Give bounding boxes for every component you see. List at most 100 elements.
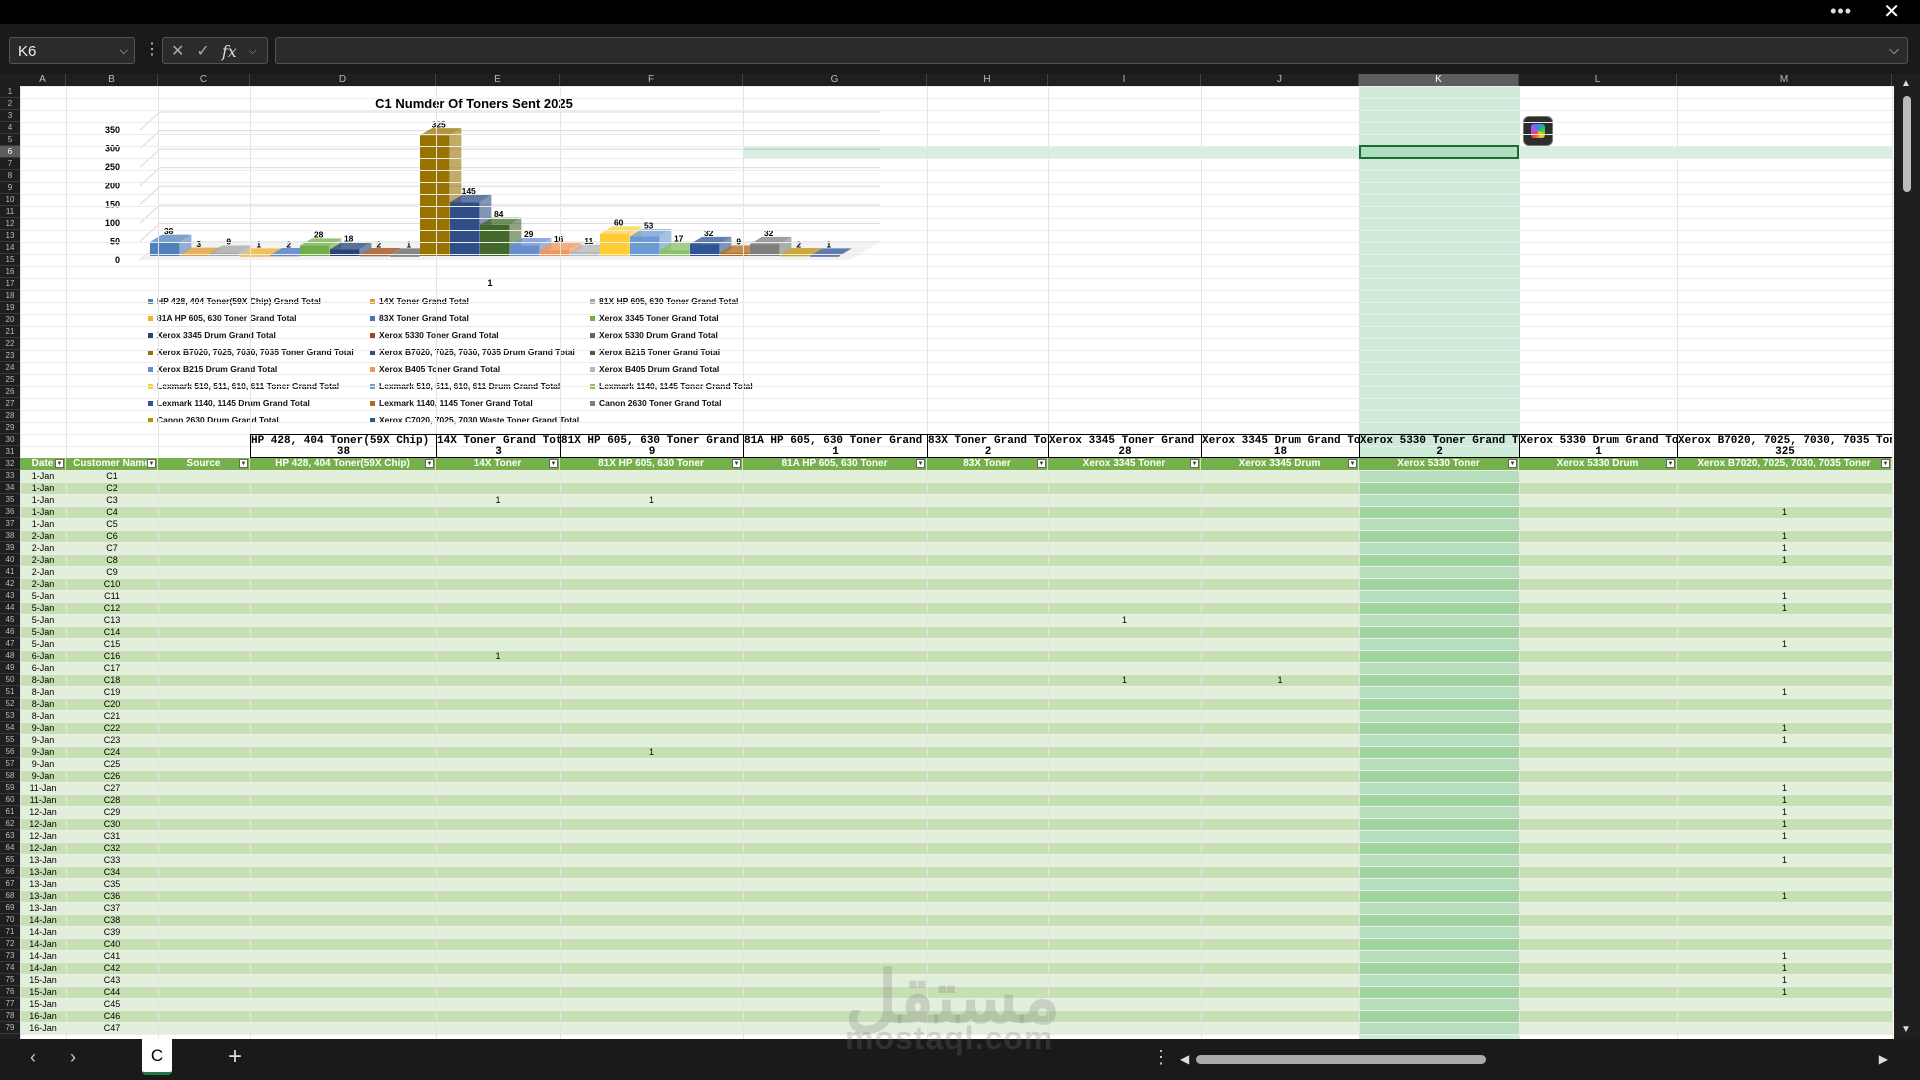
row-header[interactable]: 45 bbox=[0, 614, 20, 626]
filter-dropdown-icon[interactable]: ▼ bbox=[549, 459, 558, 468]
row-header[interactable]: 57 bbox=[0, 758, 20, 770]
table-cell[interactable]: 1 bbox=[1677, 986, 1892, 998]
table-cell[interactable]: C40 bbox=[66, 938, 158, 950]
filter-dropdown-icon[interactable]: ▼ bbox=[1348, 459, 1357, 468]
table-cell[interactable]: 13-Jan bbox=[20, 902, 66, 914]
row-header[interactable]: 39 bbox=[0, 542, 20, 554]
filter-dropdown-icon[interactable]: ▼ bbox=[55, 459, 64, 468]
table-cell[interactable]: 1 bbox=[1677, 722, 1892, 734]
table-cell[interactable]: 15-Jan bbox=[20, 974, 66, 986]
table-cell[interactable]: 15-Jan bbox=[20, 986, 66, 998]
row-header[interactable]: 22 bbox=[0, 338, 20, 350]
table-cell[interactable]: C8 bbox=[66, 554, 158, 566]
next-sheet-icon[interactable]: › bbox=[70, 1047, 76, 1068]
row-header[interactable]: 75 bbox=[0, 974, 20, 986]
table-cell[interactable]: C32 bbox=[66, 842, 158, 854]
row-header[interactable]: 77 bbox=[0, 998, 20, 1010]
row-header[interactable]: 71 bbox=[0, 926, 20, 938]
row-header[interactable]: 64 bbox=[0, 842, 20, 854]
table-cell[interactable]: C22 bbox=[66, 722, 158, 734]
table-cell[interactable]: C46 bbox=[66, 1010, 158, 1022]
vertical-scrollbar[interactable]: ▲ ▼ bbox=[1894, 74, 1920, 1039]
table-cell[interactable]: 8-Jan bbox=[20, 710, 66, 722]
table-header-cell[interactable]: Customer Name ▼ bbox=[66, 458, 158, 470]
row-header[interactable]: 70 bbox=[0, 914, 20, 926]
sheet-tab[interactable]: C bbox=[142, 1039, 172, 1075]
table-cell[interactable]: 16-Jan bbox=[20, 1022, 66, 1034]
table-cell[interactable]: C45 bbox=[66, 998, 158, 1010]
table-cell[interactable]: 1 bbox=[560, 494, 743, 506]
cell-grid[interactable]: C1 Numder Of Toners Sent 2025 0501001502… bbox=[20, 86, 1894, 1039]
row-header[interactable]: 14 bbox=[0, 242, 20, 254]
table-cell[interactable]: C31 bbox=[66, 830, 158, 842]
filter-dropdown-icon[interactable]: ▼ bbox=[1881, 459, 1890, 468]
row-header[interactable]: 53 bbox=[0, 710, 20, 722]
table-cell[interactable]: 1-Jan bbox=[20, 494, 66, 506]
column-header-m[interactable]: M bbox=[1677, 74, 1892, 86]
row-header[interactable]: 17 bbox=[0, 278, 20, 290]
table-cell[interactable]: C5 bbox=[66, 518, 158, 530]
row-header[interactable]: 50 bbox=[0, 674, 20, 686]
table-cell[interactable]: C15 bbox=[66, 638, 158, 650]
row-header[interactable]: 24 bbox=[0, 362, 20, 374]
chevron-down-icon[interactable]: ⌵ bbox=[120, 38, 128, 65]
table-cell[interactable]: 8-Jan bbox=[20, 674, 66, 686]
table-cell[interactable]: C23 bbox=[66, 734, 158, 746]
row-header[interactable]: 6 bbox=[0, 146, 20, 158]
active-cell[interactable] bbox=[1359, 145, 1519, 159]
table-header-cell[interactable]: Xerox 5330 Drum ▼ bbox=[1519, 458, 1677, 470]
table-cell[interactable]: C33 bbox=[66, 854, 158, 866]
table-cell[interactable]: 12-Jan bbox=[20, 830, 66, 842]
table-cell[interactable]: 13-Jan bbox=[20, 866, 66, 878]
table-cell[interactable]: C18 bbox=[66, 674, 158, 686]
table-header-cell[interactable]: HP 428, 404 Toner(59X Chip) ▼ bbox=[250, 458, 436, 470]
legend-item[interactable]: Xerox C7020, 7025, 7030 Waste Toner Gran… bbox=[370, 415, 579, 425]
filter-dropdown-icon[interactable]: ▼ bbox=[732, 459, 741, 468]
row-header[interactable]: 5 bbox=[0, 134, 20, 146]
table-cell[interactable]: 13-Jan bbox=[20, 890, 66, 902]
row-header[interactable]: 37 bbox=[0, 518, 20, 530]
filter-dropdown-icon[interactable]: ▼ bbox=[239, 459, 248, 468]
table-header-cell[interactable]: 83X Toner ▼ bbox=[927, 458, 1048, 470]
legend-item[interactable]: Xerox B405 Drum Grand Total bbox=[590, 364, 719, 374]
row-header[interactable]: 34 bbox=[0, 482, 20, 494]
table-cell[interactable]: 5-Jan bbox=[20, 626, 66, 638]
column-header-k[interactable]: K bbox=[1359, 74, 1519, 86]
row-header[interactable]: 47 bbox=[0, 638, 20, 650]
table-cell[interactable]: 9-Jan bbox=[20, 758, 66, 770]
table-cell[interactable]: C17 bbox=[66, 662, 158, 674]
table-header-cell[interactable]: Source ▼ bbox=[158, 458, 250, 470]
insert-function-button[interactable]: fx bbox=[222, 38, 237, 63]
row-header[interactable]: 25 bbox=[0, 374, 20, 386]
table-cell[interactable]: C25 bbox=[66, 758, 158, 770]
table-cell[interactable]: 1 bbox=[1048, 614, 1201, 626]
table-cell[interactable]: 1 bbox=[1677, 830, 1892, 842]
table-cell[interactable]: C41 bbox=[66, 950, 158, 962]
row-header[interactable]: 2 bbox=[0, 98, 20, 110]
legend-item[interactable]: HP 428, 404 Toner(59X Chip) Grand Total bbox=[148, 296, 321, 306]
table-cell[interactable]: C20 bbox=[66, 698, 158, 710]
table-cell[interactable]: 1-Jan bbox=[20, 470, 66, 482]
table-cell[interactable]: C19 bbox=[66, 686, 158, 698]
row-header[interactable]: 3 bbox=[0, 110, 20, 122]
row-header[interactable]: 9 bbox=[0, 182, 20, 194]
table-cell[interactable]: 14-Jan bbox=[20, 962, 66, 974]
row-header[interactable]: 38 bbox=[0, 530, 20, 542]
table-cell[interactable]: C42 bbox=[66, 962, 158, 974]
row-header[interactable]: 58 bbox=[0, 770, 20, 782]
table-cell[interactable]: 13-Jan bbox=[20, 878, 66, 890]
scroll-down-icon[interactable]: ▼ bbox=[1901, 1024, 1911, 1035]
filter-dropdown-icon[interactable]: ▼ bbox=[1190, 459, 1199, 468]
row-header[interactable]: 46 bbox=[0, 626, 20, 638]
row-header[interactable]: 69 bbox=[0, 902, 20, 914]
table-cell[interactable]: C7 bbox=[66, 542, 158, 554]
table-cell[interactable]: 2-Jan bbox=[20, 530, 66, 542]
table-cell[interactable]: C16 bbox=[66, 650, 158, 662]
table-header-cell[interactable]: 81X HP 605, 630 Toner ▼ bbox=[560, 458, 743, 470]
formula-input[interactable]: ⌵ bbox=[275, 37, 1908, 64]
horizontal-scroll-thumb[interactable] bbox=[1196, 1055, 1486, 1064]
table-cell[interactable]: C34 bbox=[66, 866, 158, 878]
column-header-g[interactable]: G bbox=[743, 74, 927, 86]
table-header-cell[interactable]: Xerox 5330 Toner ▼ bbox=[1359, 458, 1519, 470]
row-header[interactable]: 60 bbox=[0, 794, 20, 806]
